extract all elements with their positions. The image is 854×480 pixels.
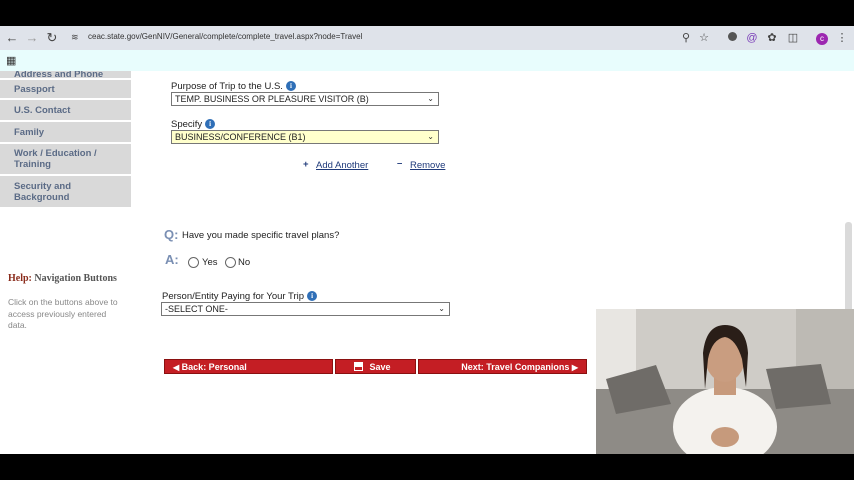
- remove-link[interactable]: Remove: [410, 160, 445, 171]
- chevron-down-icon: ⌄: [427, 94, 434, 103]
- minus-icon[interactable]: –: [397, 158, 402, 169]
- site-info-icon[interactable]: ≋: [71, 32, 79, 43]
- caret-right-icon: ▶: [571, 363, 578, 372]
- profile-initial: c: [816, 33, 828, 45]
- floppy-disk-icon: [354, 362, 363, 371]
- back-arrow-icon[interactable]: ←: [4, 30, 20, 46]
- yes-radio[interactable]: [188, 257, 199, 268]
- purpose-label-text: Purpose of Trip to the U.S.: [171, 81, 283, 92]
- sidebar-item-passport[interactable]: Passport: [0, 80, 131, 100]
- sidebar-item-work-education[interactable]: Work / Education / Training: [0, 144, 131, 176]
- help-prefix: Help:: [8, 273, 32, 284]
- sidebar-item-security[interactable]: Security and Background: [0, 176, 131, 209]
- sidebar-item-address[interactable]: Address and Phone: [0, 71, 131, 80]
- question-text: Have you made specific travel plans?: [182, 230, 340, 241]
- sidebar-item-label: U.S. Contact: [14, 104, 71, 116]
- forward-arrow-icon[interactable]: →: [24, 30, 40, 46]
- purpose-select-value: TEMP. BUSINESS OR PLEASURE VISITOR (B): [175, 94, 369, 104]
- sidebar: Address and Phone Passport U.S. Contact …: [0, 71, 131, 209]
- back-personal-button[interactable]: ◀ Back: Personal: [164, 359, 333, 374]
- profile-avatar[interactable]: c: [814, 30, 830, 46]
- no-radio[interactable]: [225, 257, 236, 268]
- paying-label: Person/Entity Paying for Your Trip i: [162, 291, 318, 302]
- chevron-down-icon: ⌄: [438, 304, 445, 313]
- back-button-label: Back: Personal: [181, 362, 247, 372]
- specify-select[interactable]: BUSINESS/CONFERENCE (B1) ⌄: [171, 130, 439, 144]
- specify-select-value: BUSINESS/CONFERENCE (B1): [175, 132, 306, 142]
- plus-icon[interactable]: +: [303, 159, 309, 170]
- sidebar-item-label: Passport: [14, 83, 55, 95]
- sidebar-item-label: Security and Background: [14, 180, 72, 203]
- yes-label: Yes: [202, 257, 218, 268]
- url-text: ceac.state.gov/GenNIV/General/complete/c…: [88, 32, 363, 41]
- next-travel-companions-button[interactable]: Next: Travel Companions ▶: [418, 359, 587, 374]
- save-button[interactable]: Save: [335, 359, 416, 374]
- address-bar[interactable]: ≋ ceac.state.gov/GenNIV/General/complete…: [64, 29, 716, 47]
- extension-spiral-icon[interactable]: @: [744, 30, 760, 46]
- purpose-label: Purpose of Trip to the U.S. i: [171, 81, 296, 92]
- sidebar-item-family[interactable]: Family: [0, 122, 131, 144]
- add-another-link[interactable]: Add Another: [316, 160, 368, 171]
- info-icon[interactable]: i: [205, 119, 216, 129]
- help-text: Click on the buttons above to access pre…: [8, 297, 118, 330]
- specify-label-text: Specify: [171, 119, 203, 130]
- browser-toolbar: ← → ↻ ≋ ceac.state.gov/GenNIV/General/co…: [0, 26, 854, 50]
- menu-kebab-icon[interactable]: ⋮: [834, 30, 850, 46]
- paying-select-value: -SELECT ONE-: [165, 304, 228, 314]
- paying-label-text: Person/Entity Paying for Your Trip: [162, 291, 305, 302]
- bookmarks-bar: ▦: [0, 50, 854, 71]
- extension-icon[interactable]: [724, 30, 740, 46]
- sidebar-item-us-contact[interactable]: U.S. Contact: [0, 100, 131, 122]
- apps-grid-icon[interactable]: ▦: [6, 54, 16, 67]
- zoom-icon[interactable]: ⚲: [678, 30, 694, 46]
- caret-left-icon: ◀: [173, 363, 180, 372]
- purpose-select[interactable]: TEMP. BUSINESS OR PLEASURE VISITOR (B) ⌄: [171, 92, 439, 106]
- bookmark-star-icon[interactable]: ☆: [696, 30, 712, 46]
- specify-label: Specify i: [171, 119, 216, 130]
- sidebar-item-label: Work / Education / Training: [14, 148, 97, 170]
- next-button-label: Next: Travel Companions: [461, 362, 570, 372]
- help-title: Help: Navigation Buttons: [8, 273, 117, 284]
- info-icon[interactable]: i: [285, 81, 296, 91]
- info-icon[interactable]: i: [307, 291, 318, 301]
- answer-marker: A:: [165, 252, 179, 267]
- reload-icon[interactable]: ↻: [44, 30, 60, 46]
- save-button-label: Save: [369, 362, 391, 372]
- question-marker: Q:: [164, 227, 179, 242]
- extension-paw-icon[interactable]: ✿: [764, 30, 780, 46]
- no-label: No: [238, 257, 251, 268]
- chevron-down-icon: ⌄: [427, 132, 434, 141]
- help-title-text: Navigation Buttons: [34, 273, 117, 284]
- paying-select[interactable]: -SELECT ONE- ⌄: [161, 302, 450, 316]
- extensions-puzzle-icon[interactable]: ◫: [785, 30, 801, 46]
- sidebar-item-label: Family: [14, 126, 45, 138]
- sidebar-item-label: Address and Phone: [14, 71, 104, 80]
- presenter-video-frame: [596, 309, 854, 454]
- webcam-overlay: [596, 309, 854, 454]
